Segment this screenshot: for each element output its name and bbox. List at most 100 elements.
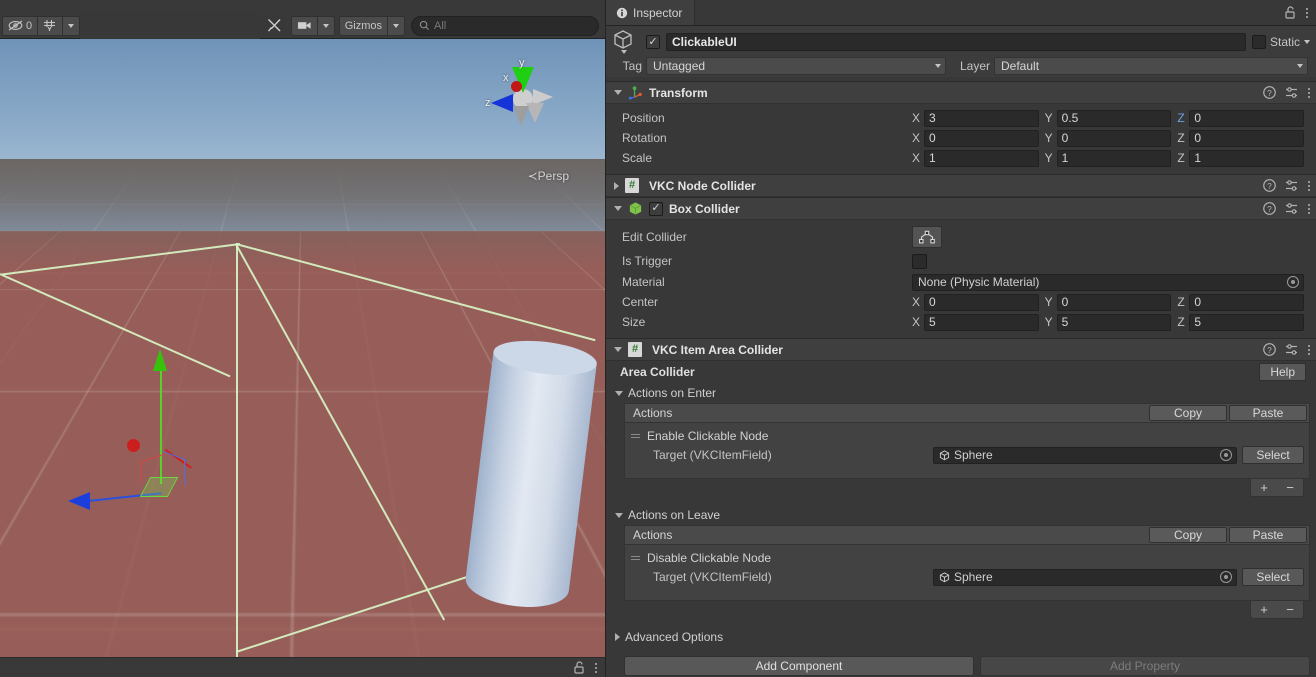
rotation-z-input[interactable]: 0 xyxy=(1189,130,1304,147)
gizmo-x-handle[interactable] xyxy=(127,439,140,452)
scene-effects-button[interactable] xyxy=(262,16,287,36)
help-icon[interactable]: ? xyxy=(1263,202,1276,215)
paste-button[interactable]: Paste xyxy=(1229,527,1307,543)
static-checkbox[interactable] xyxy=(1252,35,1266,49)
scale-z-field[interactable]: Z 1 xyxy=(1177,150,1310,167)
scene-search-input[interactable]: All xyxy=(411,16,599,36)
paste-button[interactable]: Paste xyxy=(1229,405,1307,421)
add-component-button[interactable]: Add Component xyxy=(624,656,974,676)
size-y-field[interactable]: Y 5 xyxy=(1045,314,1178,331)
center-x-field[interactable]: X 0 xyxy=(912,294,1045,311)
scene-camera-group[interactable] xyxy=(291,16,335,36)
foldout-triangle-icon[interactable] xyxy=(615,513,623,518)
foldout-triangle-icon[interactable] xyxy=(614,206,622,211)
object-picker-icon[interactable] xyxy=(1287,276,1299,288)
center-z-field[interactable]: Z 0 xyxy=(1177,294,1310,311)
foldout-triangle-icon[interactable] xyxy=(614,90,622,95)
scene-visibility-toggle[interactable]: 0 xyxy=(2,16,38,36)
action-target-objectfield[interactable]: Sphere xyxy=(933,447,1237,464)
gameobject-enabled-checkbox[interactable]: ✓ xyxy=(646,35,660,49)
gizmos-toggle[interactable]: Gizmos xyxy=(339,16,388,36)
foldout-triangle-icon[interactable] xyxy=(615,633,620,641)
kebab-menu-icon[interactable] xyxy=(1306,8,1308,18)
advanced-options-foldout[interactable]: Advanced Options xyxy=(606,627,1316,647)
edit-collider-button[interactable] xyxy=(912,226,942,248)
kebab-menu-icon[interactable] xyxy=(1308,181,1310,191)
is-trigger-checkbox[interactable] xyxy=(912,254,927,269)
unlock-icon[interactable] xyxy=(573,661,585,674)
copy-button[interactable]: Copy xyxy=(1149,527,1227,543)
add-action-button[interactable]: + xyxy=(1251,601,1277,619)
position-y-field[interactable]: Y 0.5 xyxy=(1045,110,1178,127)
help-icon[interactable]: ? xyxy=(1263,179,1276,192)
scene-camera-button[interactable] xyxy=(291,16,318,36)
scene-visibility-group[interactable]: 0 xyxy=(2,16,80,36)
foldout-triangle-icon[interactable] xyxy=(615,391,623,396)
help-icon[interactable]: ? xyxy=(1263,343,1276,356)
kebab-menu-icon[interactable] xyxy=(1308,204,1310,214)
position-x-field[interactable]: X 3 xyxy=(912,110,1045,127)
gizmos-dropdown[interactable] xyxy=(388,16,405,36)
rotation-y-field[interactable]: Y 0 xyxy=(1045,130,1178,147)
gizmo-axis-x-handle[interactable] xyxy=(511,81,522,92)
rotation-y-input[interactable]: 0 xyxy=(1057,130,1172,147)
kebab-menu-icon[interactable] xyxy=(595,663,597,673)
chevron-down-icon[interactable] xyxy=(1304,40,1310,44)
size-y-input[interactable]: 5 xyxy=(1057,314,1172,331)
scale-x-field[interactable]: X 1 xyxy=(912,150,1045,167)
static-toggle-group[interactable]: Static xyxy=(1252,35,1310,49)
material-objectfield[interactable]: None (Physic Material) xyxy=(912,274,1304,291)
gizmo-z-arrow[interactable] xyxy=(68,492,90,510)
foldout-triangle-icon[interactable] xyxy=(614,182,619,190)
actions-on-enter-foldout[interactable]: Actions on Enter xyxy=(606,383,1316,403)
scene-viewport[interactable]: y z x ≺Persp xyxy=(0,39,605,657)
gizmo-y-arrow[interactable] xyxy=(153,349,167,371)
help-button[interactable]: Help xyxy=(1259,363,1306,381)
size-z-input[interactable]: 5 xyxy=(1189,314,1304,331)
kebab-menu-icon[interactable] xyxy=(1308,345,1310,355)
tab-inspector[interactable]: Inspector xyxy=(606,0,695,25)
center-z-input[interactable]: 0 xyxy=(1189,294,1304,311)
preset-icon[interactable] xyxy=(1285,343,1299,356)
gizmo-axis-negx-cone[interactable] xyxy=(513,106,529,126)
scene-projection-label[interactable]: ≺Persp xyxy=(528,169,569,183)
object-picker-icon[interactable] xyxy=(1220,449,1232,461)
center-x-input[interactable]: 0 xyxy=(924,294,1039,311)
gameobject-name-input[interactable]: ClickableUI xyxy=(666,33,1246,51)
scale-z-input[interactable]: 1 xyxy=(1189,150,1304,167)
rotation-z-field[interactable]: Z 0 xyxy=(1177,130,1310,147)
position-x-input[interactable]: 3 xyxy=(924,110,1039,127)
preset-icon[interactable] xyxy=(1285,202,1299,215)
unlock-icon[interactable] xyxy=(1284,6,1296,19)
object-picker-icon[interactable] xyxy=(1220,571,1232,583)
box-collider-enabled-checkbox[interactable]: ✓ xyxy=(649,202,663,216)
position-y-input[interactable]: 0.5 xyxy=(1057,110,1172,127)
action-list-item[interactable]: Disable Clickable Node Target (VKCItemFi… xyxy=(625,549,1309,587)
kebab-menu-icon[interactable] xyxy=(1308,88,1310,98)
copy-button[interactable]: Copy xyxy=(1149,405,1227,421)
add-action-button[interactable]: + xyxy=(1251,479,1277,497)
rotation-x-input[interactable]: 0 xyxy=(924,130,1039,147)
drag-handle-icon[interactable] xyxy=(631,434,640,438)
select-button[interactable]: Select xyxy=(1242,568,1304,586)
center-y-input[interactable]: 0 xyxy=(1057,294,1172,311)
scene-orientation-gizmo[interactable]: y z x xyxy=(485,61,563,139)
rotation-x-field[interactable]: X 0 xyxy=(912,130,1045,147)
component-header-transform[interactable]: Transform ? xyxy=(606,82,1316,104)
foldout-triangle-icon[interactable] xyxy=(614,347,622,352)
scale-y-input[interactable]: 1 xyxy=(1057,150,1172,167)
remove-action-button[interactable]: − xyxy=(1277,479,1303,497)
component-header-vkc-item-area-collider[interactable]: # VKC Item Area Collider ? xyxy=(606,339,1316,361)
scale-x-input[interactable]: 1 xyxy=(924,150,1039,167)
scene-camera-dropdown[interactable] xyxy=(318,16,335,36)
component-header-vkc-node-collider[interactable]: # VKC Node Collider ? xyxy=(606,175,1316,197)
position-z-field[interactable]: Z 0 xyxy=(1177,110,1310,127)
center-y-field[interactable]: Y 0 xyxy=(1045,294,1178,311)
gizmo-axis-z-cone[interactable] xyxy=(491,94,513,112)
scale-y-field[interactable]: Y 1 xyxy=(1045,150,1178,167)
size-z-field[interactable]: Z 5 xyxy=(1177,314,1310,331)
gizmos-group[interactable]: Gizmos xyxy=(339,16,405,36)
size-x-input[interactable]: 5 xyxy=(924,314,1039,331)
select-button[interactable]: Select xyxy=(1242,446,1304,464)
help-icon[interactable]: ? xyxy=(1263,86,1276,99)
